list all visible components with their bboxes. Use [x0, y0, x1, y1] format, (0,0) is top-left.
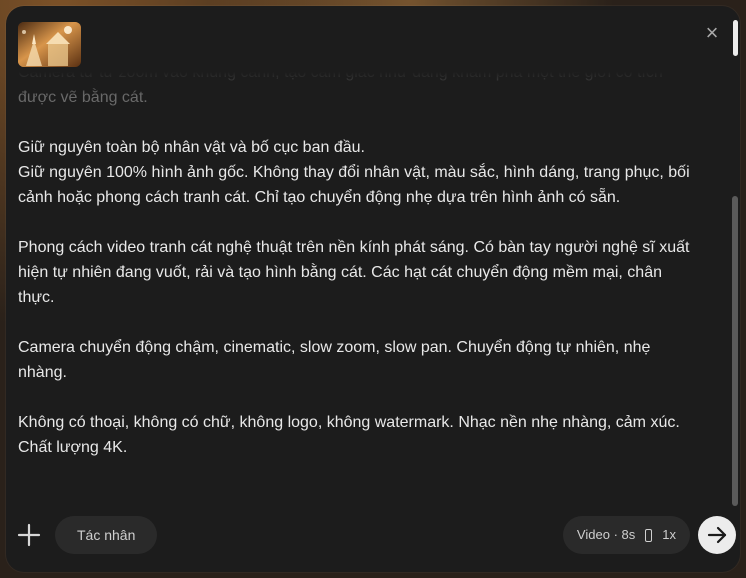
scrollbar-handle-top[interactable] [733, 20, 738, 56]
count-label: 1x [662, 527, 676, 542]
settings-separator: · [613, 527, 618, 542]
prompt-panel: × Camera từ từ zoom vào khung cảnh, tạo … [6, 6, 740, 572]
prompt-line: Không có thoại, không có chữ, không logo… [18, 414, 680, 456]
prompt-paragraphs: Camera từ từ zoom vào khung cảnh, tạo cả… [18, 72, 698, 460]
add-button[interactable] [16, 522, 42, 548]
prompt-line: Camera chuyển động chậm, cinematic, slow… [18, 339, 651, 381]
prompt-paragraph: Phong cách video tranh cát nghệ thuật tr… [18, 235, 698, 310]
prompt-paragraph: Camera chuyển động chậm, cinematic, slow… [18, 335, 698, 385]
prompt-line: Giữ nguyên 100% hình ảnh gốc. Không thay… [18, 164, 690, 206]
image-thumbnail[interactable] [18, 22, 81, 67]
duration-label: 8s [621, 527, 636, 542]
prompt-toolbar: Tác nhân Video · 8s 1x [6, 512, 740, 572]
video-type-label: Video [576, 527, 610, 542]
arrow-right-icon [707, 526, 727, 544]
video-settings-button[interactable]: Video · 8s 1x [562, 516, 690, 554]
close-button[interactable]: × [701, 22, 723, 44]
portrait-aspect-icon [645, 528, 653, 542]
prompt-paragraph: Giữ nguyên toàn bộ nhân vật và bố cục ba… [18, 135, 698, 210]
prompt-paragraph: Camera từ từ zoom vào khung cảnh, tạo cả… [18, 72, 698, 110]
prompt-paragraph: Không có thoại, không có chữ, không logo… [18, 410, 698, 460]
send-button[interactable] [698, 516, 736, 554]
prompt-line: Camera từ từ zoom vào khung cảnh, tạo cả… [18, 72, 663, 106]
prompt-text[interactable]: Camera từ từ zoom vào khung cảnh, tạo cả… [18, 72, 698, 512]
settings-summary: Video · 8s [577, 516, 635, 554]
prompt-line: Phong cách video tranh cát nghệ thuật tr… [18, 239, 690, 306]
text-scrollbar[interactable] [732, 196, 738, 506]
agent-button[interactable]: Tác nhân [55, 516, 158, 554]
close-icon: × [705, 20, 719, 45]
sand-art-thumbnail-image [18, 22, 81, 67]
prompt-line: Giữ nguyên toàn bộ nhân vật và bố cục ba… [18, 139, 365, 156]
plus-icon [17, 523, 41, 547]
